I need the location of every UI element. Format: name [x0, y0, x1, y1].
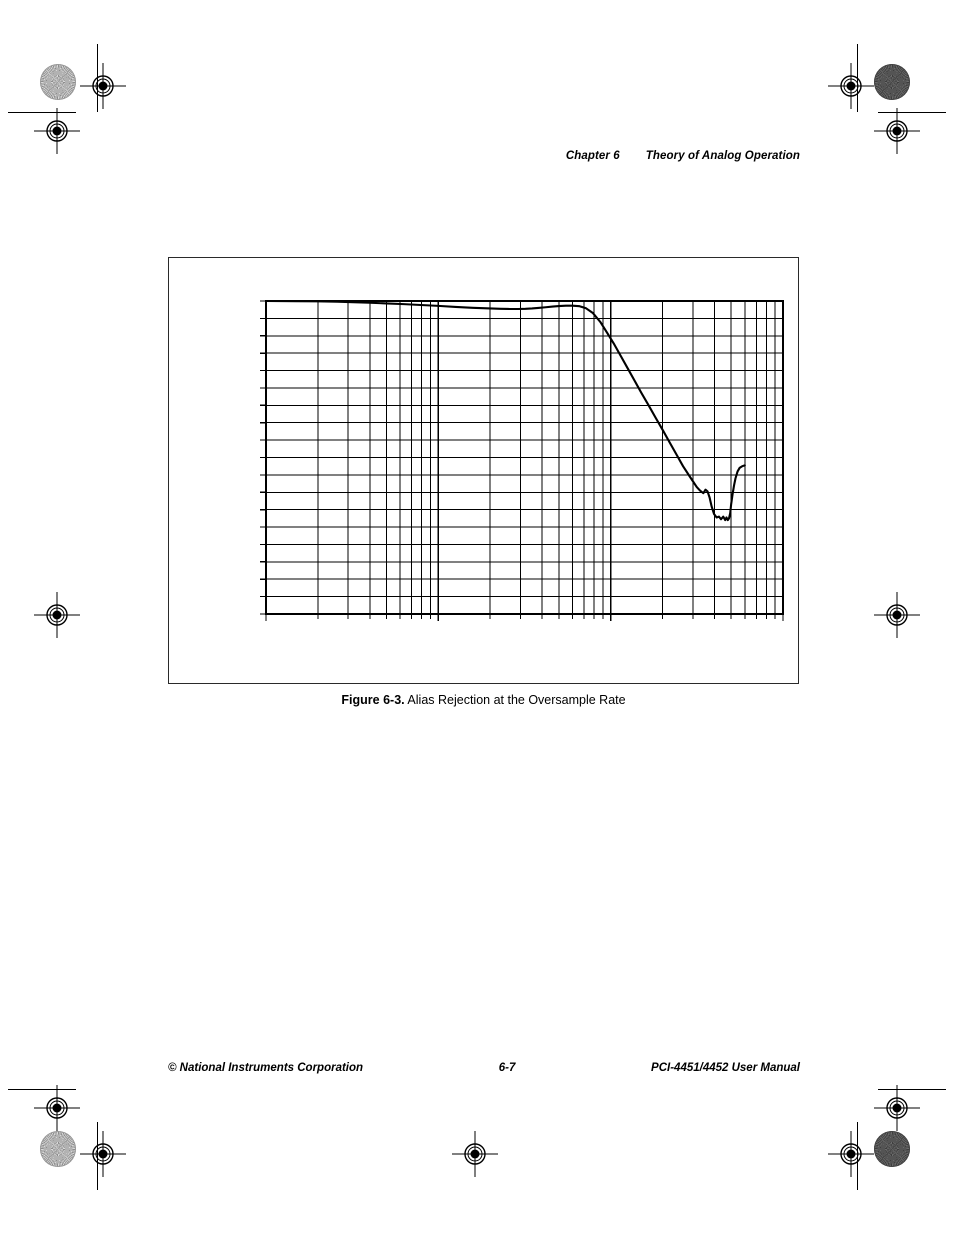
registration-crosshair-icon — [80, 63, 126, 109]
footer-manual-title: PCI-4451/4452 User Manual — [651, 1062, 800, 1074]
registration-crosshair-icon — [452, 1131, 498, 1177]
figure-caption-title: Alias Rejection at the Oversample Rate — [407, 693, 626, 707]
registration-crosshair-icon — [828, 63, 874, 109]
running-head-chapter-number: Chapter 6 — [565, 150, 620, 162]
manual-page: Chapter 6 Theory of Analog Operation Figu… — [0, 0, 954, 1235]
figure-caption: Figure 6-3. Alias Rejection at the Overs… — [168, 693, 799, 707]
registration-crosshair-icon — [80, 1131, 126, 1177]
trim-line-right-upper-horizontal — [878, 112, 946, 113]
figure-frame — [168, 257, 799, 684]
registration-crosshair-icon — [34, 592, 80, 638]
halftone-density-circle-icon — [874, 64, 910, 100]
halftone-density-circle-icon — [40, 64, 76, 100]
trim-line-top-right-vertical — [857, 44, 858, 112]
footer-copyright: © National Instruments Corporation — [168, 1062, 364, 1074]
trim-line-bottom-right-vertical — [857, 1122, 858, 1190]
registration-crosshair-icon — [34, 1085, 80, 1131]
registration-crosshair-icon — [874, 1085, 920, 1131]
page-footer: © National Instruments Corporation 6-7 P… — [168, 1062, 800, 1074]
registration-crosshair-icon — [874, 592, 920, 638]
halftone-density-circle-icon — [40, 1131, 76, 1167]
alias-rejection-plot — [258, 299, 785, 624]
registration-crosshair-icon — [874, 108, 920, 154]
halftone-density-circle-icon — [874, 1131, 910, 1167]
trim-line-right-lower-horizontal — [878, 1089, 946, 1090]
trim-line-bottom-left-vertical — [97, 1122, 98, 1190]
figure-caption-label: Figure 6-3. — [341, 693, 405, 707]
running-head-chapter-title: Theory of Analog Operation — [645, 150, 800, 162]
running-head: Chapter 6 Theory of Analog Operation — [168, 150, 800, 162]
chart-canvas — [260, 299, 784, 621]
footer-page-number: 6-7 — [498, 1062, 516, 1074]
registration-crosshair-icon — [828, 1131, 874, 1177]
trim-line-top-left-vertical — [97, 44, 98, 112]
trim-line-left-lower-horizontal — [8, 1089, 76, 1090]
registration-crosshair-icon — [34, 108, 80, 154]
trim-line-left-upper-horizontal — [8, 112, 76, 113]
